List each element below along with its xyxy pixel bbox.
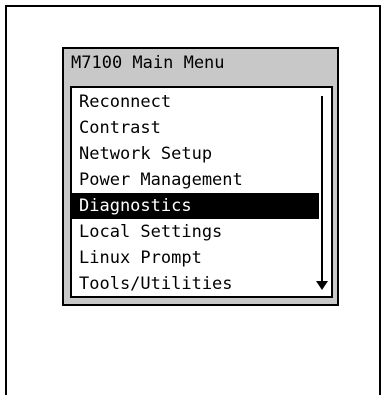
menu-list-box: Reconnect Contrast Network Setup Power M… [70,86,333,298]
menu-item-linux-prompt[interactable]: Linux Prompt [72,245,319,271]
menu-scrollbar[interactable] [316,96,328,296]
main-menu-window: M7100 Main Menu Reconnect Contrast Netwo… [62,47,339,306]
menu-item-local-settings[interactable]: Local Settings [72,219,319,245]
menu-item-contrast[interactable]: Contrast [72,115,319,141]
menu-title: M7100 Main Menu [71,53,225,73]
menu-item-tools-utilities[interactable]: Tools/Utilities [72,271,319,297]
menu-list: Reconnect Contrast Network Setup Power M… [72,89,319,297]
scrollbar-track [321,96,323,286]
scroll-down-arrow-icon[interactable] [316,281,328,290]
terminal-screen: M7100 Main Menu Reconnect Contrast Netwo… [5,5,381,395]
menu-item-network-setup[interactable]: Network Setup [72,141,319,167]
menu-item-reconnect[interactable]: Reconnect [72,89,319,115]
menu-item-diagnostics[interactable]: Diagnostics [72,193,319,219]
menu-item-power-management[interactable]: Power Management [72,167,319,193]
